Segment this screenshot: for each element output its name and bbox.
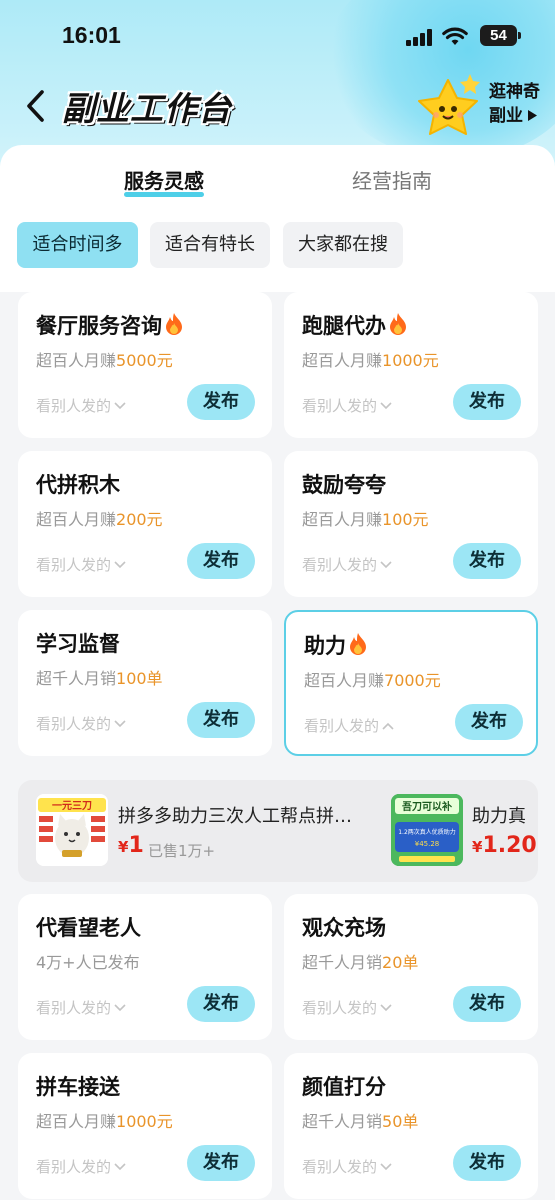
promo-line-1: 逛神奇 bbox=[489, 82, 540, 102]
idea-card[interactable]: 颜值打分超千人月销50单 看别人发的 发布 bbox=[284, 1053, 538, 1199]
star-mascot-icon[interactable] bbox=[416, 72, 486, 138]
filter-chips: 适合时间多 适合有特长 大家都在搜 bbox=[0, 222, 555, 270]
chevron-down-icon bbox=[114, 402, 126, 410]
thumb-banner: 一元三刀 bbox=[52, 800, 92, 812]
page-title: 副业工作台 bbox=[62, 89, 232, 128]
card-title: 鼓励夸夸 bbox=[302, 473, 386, 497]
product-carousel: 一元三刀 拼多多助力三次人工帮点拼… ¥1 已售1万+ 吾刀可以补 1.2两次真… bbox=[18, 780, 538, 882]
card-subtitle: 4万+人已发布 bbox=[36, 953, 140, 972]
card-title: 跑腿代办 bbox=[302, 310, 408, 340]
idea-card[interactable]: 餐厅服务咨询超百人月赚5000元 看别人发的 发布 bbox=[18, 292, 272, 438]
see-others-toggle[interactable]: 看别人发的 bbox=[304, 715, 394, 736]
chevron-down-icon bbox=[114, 720, 126, 728]
product-price: ¥1.20 bbox=[472, 833, 537, 858]
wifi-icon bbox=[442, 27, 468, 45]
tab-service-ideas[interactable]: 服务灵感 bbox=[124, 165, 204, 194]
product-title[interactable]: 拼多多助力三次人工帮点拼… bbox=[118, 802, 352, 828]
battery-icon: 54 bbox=[480, 25, 521, 46]
status-time: 16:01 bbox=[62, 22, 121, 48]
chevron-down-icon bbox=[380, 1004, 392, 1012]
promo-line-2: 副业 bbox=[489, 106, 523, 126]
card-title: 代拼积木 bbox=[36, 473, 120, 497]
back-arrow-icon[interactable] bbox=[22, 88, 52, 124]
card-title: 颜值打分 bbox=[302, 1075, 386, 1099]
publish-button[interactable]: 发布 bbox=[453, 543, 521, 579]
product-price: ¥1 bbox=[118, 833, 144, 858]
publish-button[interactable]: 发布 bbox=[187, 986, 255, 1022]
card-subtitle: 超百人月赚1000元 bbox=[302, 351, 439, 370]
card-title: 助力 bbox=[304, 630, 368, 660]
card-title: 拼车接送 bbox=[36, 1075, 120, 1099]
card-subtitle: 超千人月销50单 bbox=[302, 1112, 419, 1131]
card-title: 代看望老人 bbox=[36, 916, 141, 940]
cat-image-icon: 一元三刀 bbox=[36, 794, 108, 866]
chevron-up-icon bbox=[382, 722, 394, 730]
see-others-toggle[interactable]: 看别人发的 bbox=[36, 395, 126, 416]
idea-card[interactable]: 鼓励夸夸超百人月赚100元 看别人发的 发布 bbox=[284, 451, 538, 597]
chevron-down-icon bbox=[114, 1163, 126, 1171]
idea-card[interactable]: 观众充场超千人月销20单 看别人发的 发布 bbox=[284, 894, 538, 1040]
card-subtitle: 超百人月赚7000元 bbox=[304, 671, 441, 690]
chevron-down-icon bbox=[380, 561, 392, 569]
card-subtitle: 超百人月赚200元 bbox=[36, 510, 163, 529]
product-thumbnail[interactable]: 吾刀可以补 1.2两次真人优质助力 ¥45.28 bbox=[391, 794, 463, 866]
fire-icon bbox=[390, 313, 406, 335]
play-triangle-icon bbox=[528, 110, 537, 121]
card-subtitle: 超百人月赚100元 bbox=[302, 510, 429, 529]
see-others-toggle[interactable]: 看别人发的 bbox=[36, 713, 126, 734]
status-bar: 16:01 54 bbox=[0, 0, 555, 72]
idea-list: 餐厅服务咨询 超百人月赚5000元 看别人发的 发布 跑腿代办 超百人月赚1000元 看别人… bbox=[0, 292, 555, 1200]
card-subtitle: 超百人月赚5000元 bbox=[36, 351, 173, 370]
signal-icon bbox=[406, 29, 434, 46]
publish-button[interactable]: 发布 bbox=[187, 384, 255, 420]
idea-card[interactable]: 跑腿代办超百人月赚1000元 看别人发的 发布 bbox=[284, 292, 538, 438]
card-title: 餐厅服务咨询 bbox=[36, 310, 184, 340]
thumb-caption: 1.2两次真人优质助力 bbox=[398, 828, 456, 836]
thumb-banner: 吾刀可以补 bbox=[402, 800, 452, 813]
see-others-toggle[interactable]: 看别人发的 bbox=[302, 997, 392, 1018]
idea-card[interactable]: 拼车接送超百人月赚1000元 看别人发的 发布 bbox=[18, 1053, 272, 1199]
card-subtitle: 超百人月赚1000元 bbox=[36, 1112, 173, 1131]
chevron-down-icon bbox=[114, 1004, 126, 1012]
chip-special-skill[interactable]: 适合有特长 bbox=[150, 222, 270, 268]
see-others-toggle[interactable]: 看别人发的 bbox=[36, 1156, 126, 1177]
idea-card[interactable]: 代看望老人 4万+人已发布 看别人发的 发布 bbox=[18, 894, 272, 1040]
card-subtitle: 超千人月销100单 bbox=[36, 669, 163, 688]
see-others-toggle[interactable]: 看别人发的 bbox=[302, 1156, 392, 1177]
publish-button[interactable]: 发布 bbox=[453, 384, 521, 420]
card-title: 观众充场 bbox=[302, 916, 386, 940]
product-image-icon: 吾刀可以补 1.2两次真人优质助力 ¥45.28 bbox=[391, 794, 463, 866]
see-others-toggle[interactable]: 看别人发的 bbox=[36, 554, 126, 575]
chip-time-rich[interactable]: 适合时间多 bbox=[17, 222, 138, 268]
card-title: 学习监督 bbox=[36, 632, 120, 656]
product-sold-count: 已售1万+ bbox=[148, 842, 216, 860]
fire-icon bbox=[166, 313, 182, 335]
card-subtitle: 超千人月销20单 bbox=[302, 953, 419, 972]
chevron-down-icon bbox=[380, 1163, 392, 1171]
chevron-down-icon bbox=[380, 402, 392, 410]
chevron-down-icon bbox=[114, 561, 126, 569]
publish-button[interactable]: 发布 bbox=[187, 543, 255, 579]
chip-popular-search[interactable]: 大家都在搜 bbox=[283, 222, 403, 268]
tab-bar: 服务灵感 经营指南 bbox=[0, 145, 555, 205]
product-title[interactable]: 助力真 bbox=[472, 802, 526, 828]
fire-icon bbox=[350, 633, 366, 655]
publish-button[interactable]: 发布 bbox=[453, 986, 521, 1022]
publish-button[interactable]: 发布 bbox=[455, 704, 523, 740]
tab-business-guide[interactable]: 经营指南 bbox=[352, 165, 432, 194]
promo-link[interactable]: 逛神奇 副业 bbox=[489, 80, 553, 128]
see-others-toggle[interactable]: 看别人发的 bbox=[302, 395, 392, 416]
idea-card[interactable]: 助力超百人月赚7000元 看别人发的 发布 bbox=[284, 610, 538, 756]
publish-button[interactable]: 发布 bbox=[187, 702, 255, 738]
idea-card[interactable]: 代拼积木超百人月赚200元 看别人发的 发布 bbox=[18, 451, 272, 597]
publish-button[interactable]: 发布 bbox=[453, 1145, 521, 1181]
see-others-toggle[interactable]: 看别人发的 bbox=[36, 997, 126, 1018]
product-thumbnail[interactable]: 一元三刀 bbox=[36, 794, 108, 866]
see-others-toggle[interactable]: 看别人发的 bbox=[302, 554, 392, 575]
publish-button[interactable]: 发布 bbox=[187, 1145, 255, 1181]
idea-card[interactable]: 学习监督超千人月销100单 看别人发的 发布 bbox=[18, 610, 272, 756]
thumb-price: ¥45.28 bbox=[415, 840, 440, 848]
tab-indicator bbox=[124, 192, 204, 197]
